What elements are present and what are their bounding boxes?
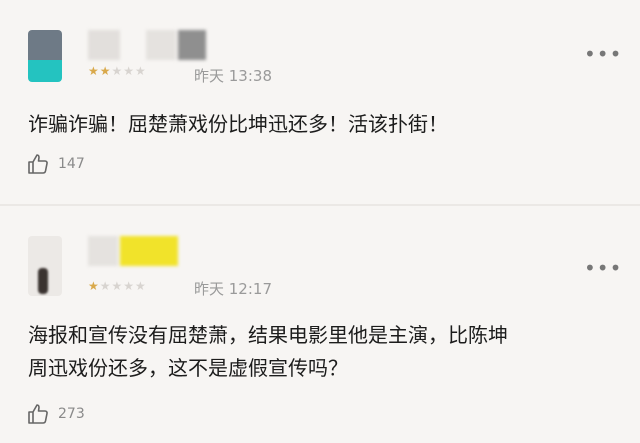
thumbs-up-icon: [28, 154, 48, 174]
like-button[interactable]: 147: [26, 152, 85, 176]
more-dots-icon[interactable]: •••: [584, 42, 622, 66]
avatar[interactable]: [28, 236, 62, 296]
username-blurred[interactable]: [88, 30, 208, 62]
rating-stars: ★★★★★: [88, 64, 147, 78]
comment-text-line: 诈骗诈骗！屈楚萧戏份比坤迅还多！活该扑街！: [28, 112, 448, 136]
comment-text-line: 海报和宣传没有屈楚萧，结果电影里他是主演，比陈坤: [28, 323, 508, 347]
like-button[interactable]: 273: [26, 402, 85, 426]
comment-text: 海报和宣传没有屈楚萧，结果电影里他是主演，比陈坤 周迅戏份还多，这不是虚假宣传吗…: [28, 319, 508, 385]
comment-time: 昨天 12:17: [194, 280, 272, 298]
comment-text: 诈骗诈骗！屈楚萧戏份比坤迅还多！活该扑街！: [28, 108, 448, 141]
comment-time: 昨天 13:38: [194, 67, 272, 85]
rating-stars: ★★★★★: [88, 279, 147, 293]
like-count: 147: [58, 156, 85, 172]
comment-text-line: 周迅戏份还多，这不是虚假宣传吗？: [28, 356, 348, 380]
more-dots-icon[interactable]: •••: [584, 256, 622, 280]
username-blurred[interactable]: [88, 236, 198, 268]
avatar[interactable]: [28, 30, 62, 82]
comment-card: ★★★★★ 昨天 12:17 ••• 海报和宣传没有屈楚萧，结果电影里他是主演，…: [0, 206, 640, 443]
thumbs-up-icon: [28, 404, 48, 424]
comment-card: ★★★★★ 昨天 13:38 ••• 诈骗诈骗！屈楚萧戏份比坤迅还多！活该扑街！…: [0, 0, 640, 204]
like-count: 273: [58, 406, 85, 422]
